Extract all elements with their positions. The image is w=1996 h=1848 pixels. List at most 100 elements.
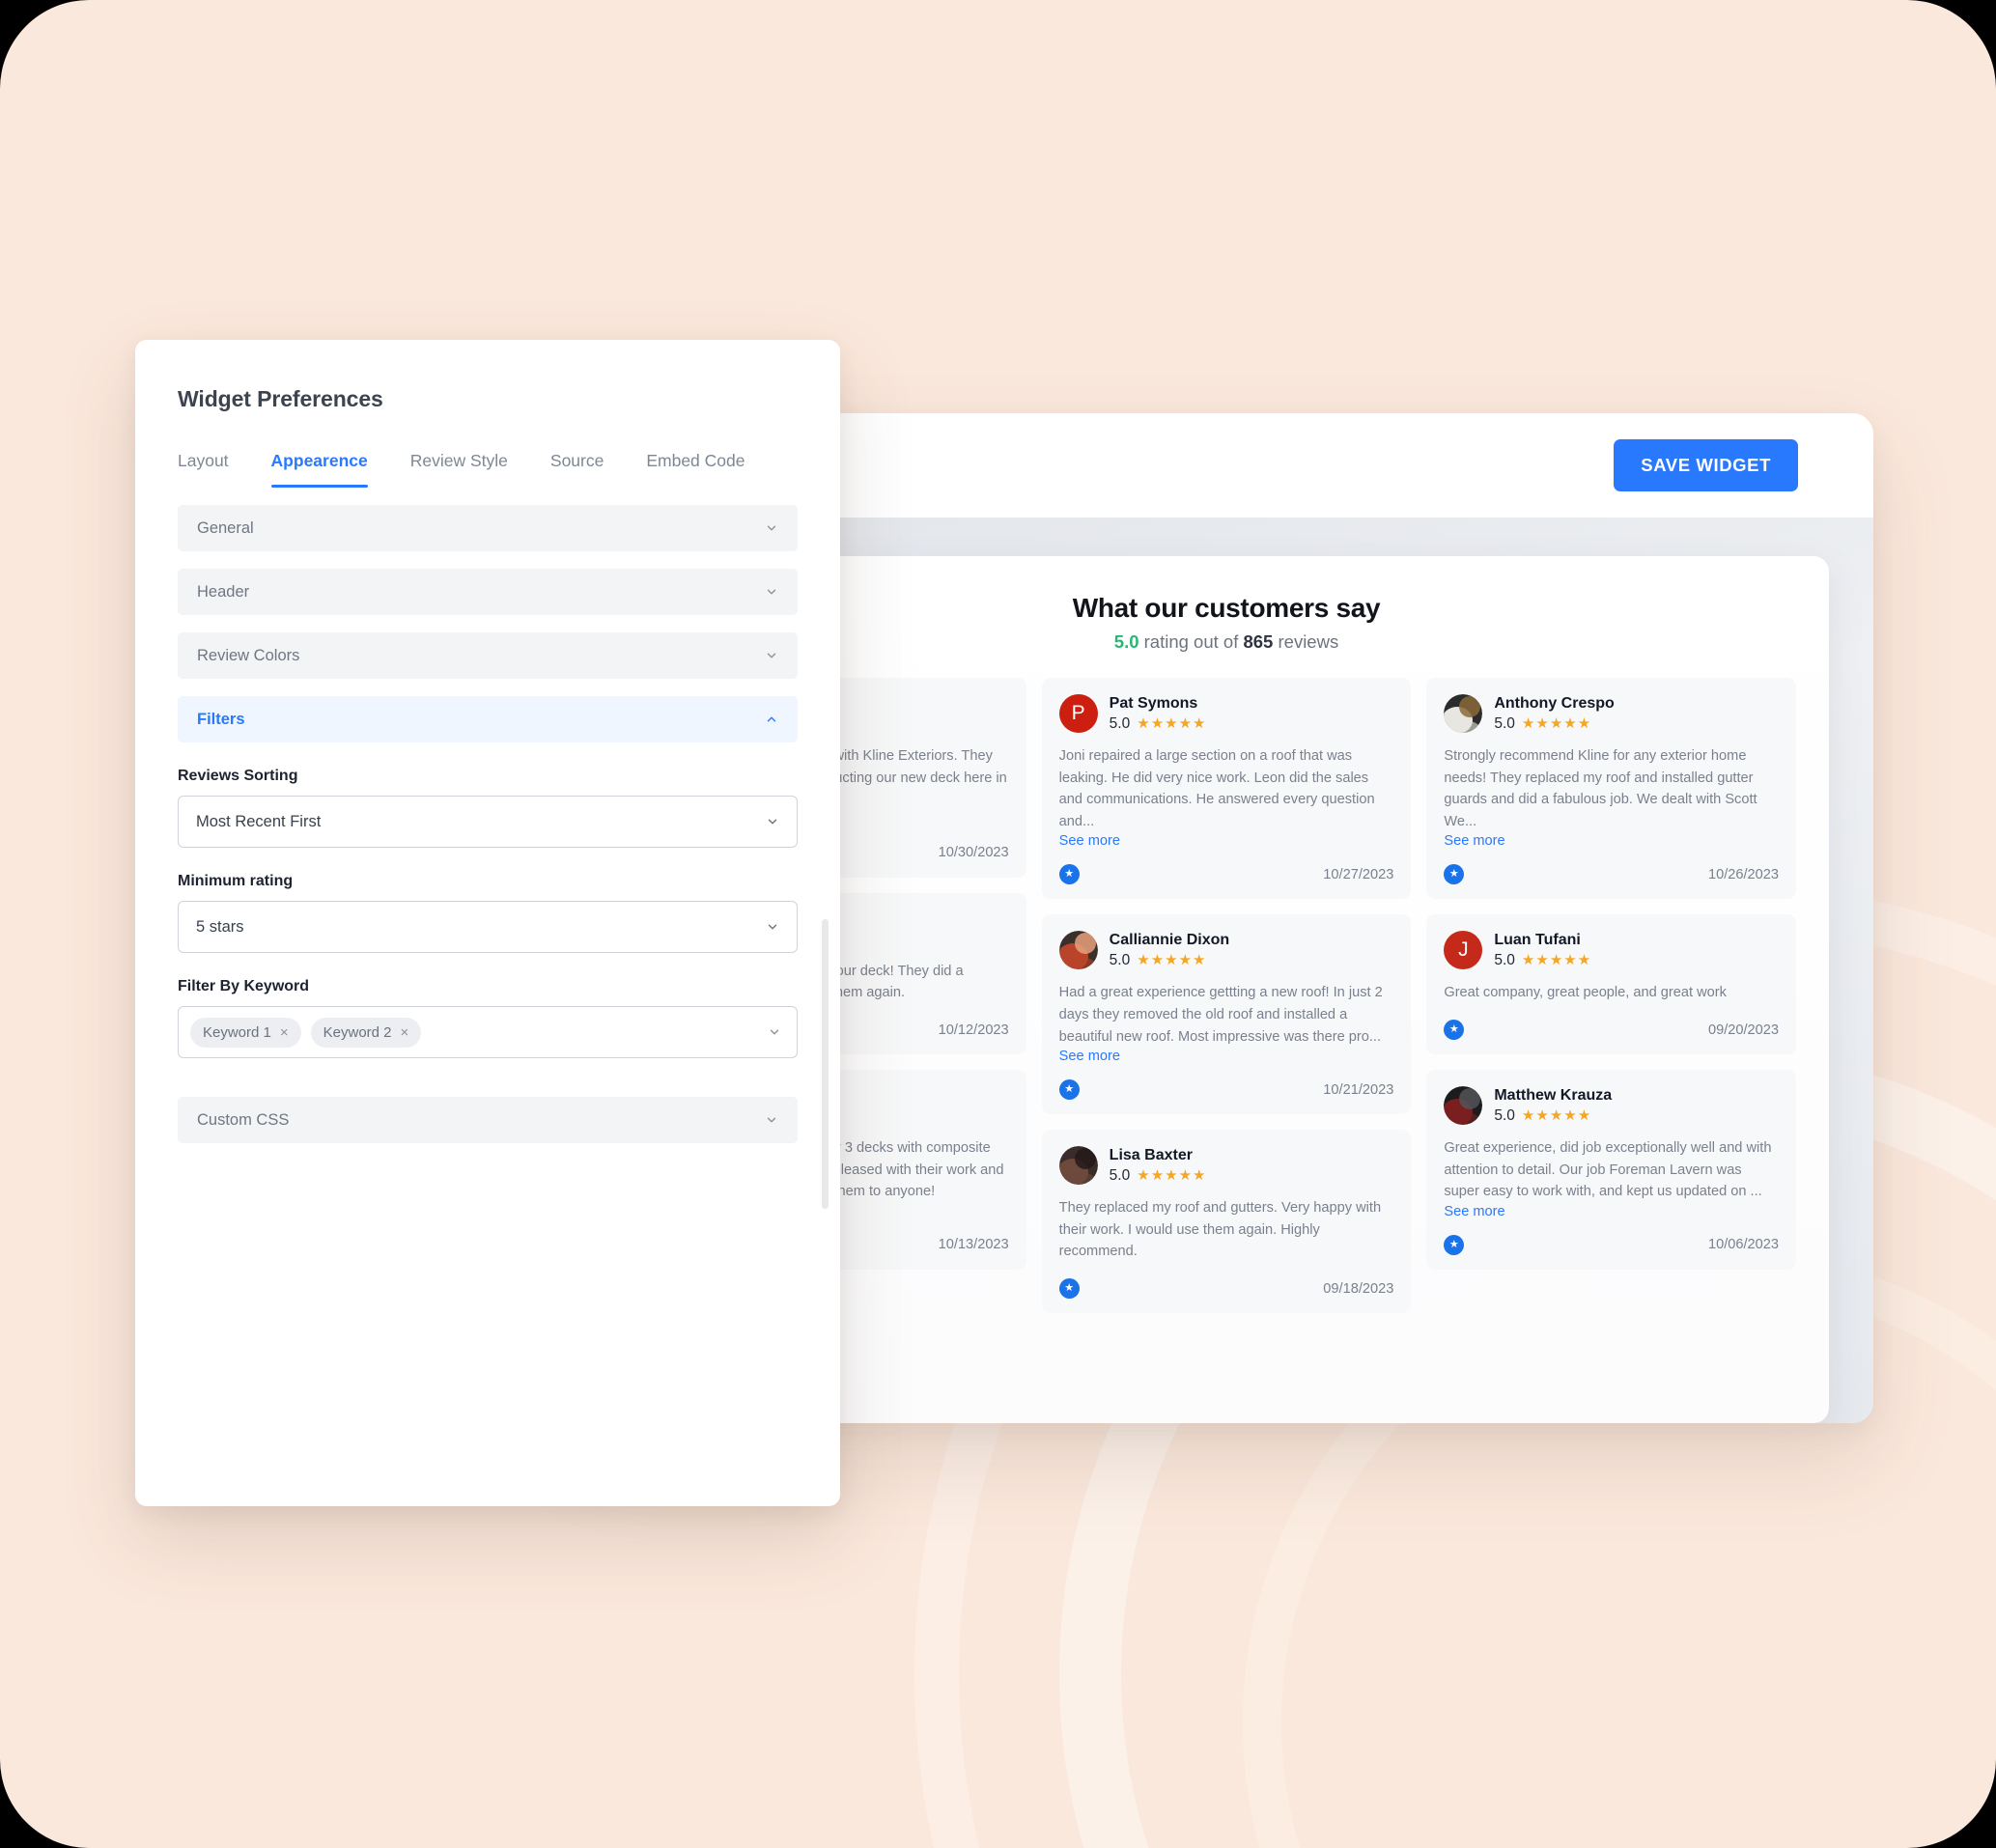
see-more-link[interactable]: See more <box>1444 833 1779 849</box>
review-footer: ★ 09/20/2023 <box>1444 1020 1780 1041</box>
star-icon: ★ <box>1535 952 1549 969</box>
star-icon: ★ <box>1549 715 1563 732</box>
review-source-icon: ★ <box>1058 1278 1080 1300</box>
reviews-sorting-select[interactable]: Most Recent First <box>178 796 798 848</box>
star-icon: ★ <box>1563 1107 1577 1125</box>
review-header: Anthony Crespo 5.0 ★ ★ ★ ★ ★ <box>1444 694 1779 733</box>
review-meta: Lisa Baxter 5.0 ★ ★ ★ ★ ★ <box>1110 1147 1206 1185</box>
review-header: P Pat Symons 5.0 ★ ★ ★ ★ ★ <box>1058 694 1394 733</box>
review-card: Calliannie Dixon 5.0 ★ ★ ★ ★ ★ Had a great expe… <box>1041 914 1412 1115</box>
star-icon: ★ <box>1563 715 1577 732</box>
filters-section-body: Reviews Sorting Most Recent First Minimum … <box>178 768 798 1079</box>
section-label-review-colors: Review Colors <box>197 646 300 664</box>
review-date: 09/20/2023 <box>1707 1022 1780 1038</box>
star-icon: ★ <box>1549 952 1563 969</box>
section-label-filters: Filters <box>197 710 245 728</box>
tab-review-style[interactable]: Review Style <box>410 451 508 488</box>
review-text: Great company, great people, and great w… <box>1444 985 1727 1001</box>
minimum-rating-select[interactable]: 5 stars <box>178 901 798 953</box>
reviewer-name: Anthony Crespo <box>1494 694 1615 712</box>
review-header: Calliannie Dixon 5.0 ★ ★ ★ ★ ★ <box>1058 931 1394 970</box>
review-meta: Pat Symons 5.0 ★ ★ ★ ★ ★ <box>1110 695 1206 733</box>
rating-value: 5.0 <box>1113 631 1139 652</box>
section-header-header[interactable]: Header <box>178 569 798 615</box>
review-score: 5.0 <box>1494 714 1515 732</box>
section-label-custom-css: Custom CSS <box>197 1110 290 1129</box>
filter-by-keyword-label: Filter By Keyword <box>178 978 310 994</box>
star-icon: ★ <box>1178 1167 1193 1185</box>
review-rating-line: 5.0★★★★★ <box>1110 952 1229 969</box>
review-score: 5.0 <box>1494 1106 1515 1124</box>
minimum-rating-label: Minimum rating <box>178 873 294 889</box>
star-icon: ★ <box>1577 952 1591 969</box>
review-date: 10/27/2023 <box>1323 866 1394 882</box>
star-rating: ★★★★★ <box>1137 1168 1205 1183</box>
reviewer-name: Luan Tufani <box>1494 931 1581 948</box>
reviewer-name: Pat Symons <box>1109 694 1198 712</box>
remove-keyword-icon[interactable]: × <box>401 1025 409 1040</box>
star-icon: ★ <box>1137 952 1150 969</box>
review-text: Strongly recommend Kline for any exterio… <box>1444 748 1757 829</box>
star-icon: ★ <box>1150 1167 1165 1185</box>
keyword-chip[interactable]: Keyword 1 × <box>190 1017 301 1048</box>
see-more-link[interactable]: See more <box>1059 1049 1394 1064</box>
rating-mid-text: rating out of <box>1139 631 1244 652</box>
star-rating: ★★★★★ <box>1137 953 1205 967</box>
star-rating: ★★★★★ <box>1522 953 1590 967</box>
review-date: 10/26/2023 <box>1707 866 1780 882</box>
reviews-sorting-field: Reviews Sorting Most Recent First <box>178 768 798 848</box>
chevron-down-icon <box>770 1029 779 1035</box>
review-card: P Pat Symons 5.0 ★ ★ ★ ★ ★ Joni repaired a large… <box>1041 678 1412 900</box>
reviewer-name: Matthew Krauza <box>1494 1086 1613 1104</box>
star-rating: ★★★★★ <box>1522 716 1590 731</box>
keyword-chip[interactable]: Keyword 2 × <box>310 1017 422 1048</box>
section-header-review-colors[interactable]: Review Colors <box>178 632 798 679</box>
tab-layout[interactable]: Layout <box>178 451 229 488</box>
review-source-icon: ★ <box>1444 1020 1465 1041</box>
star-icon: ★ <box>1150 715 1165 732</box>
section-header-custom-css[interactable]: Custom CSS <box>178 1097 798 1143</box>
reviews-sorting-value: Most Recent First <box>196 812 322 830</box>
rating-end-text: reviews <box>1273 631 1339 652</box>
see-more-link[interactable]: See more <box>1444 1204 1779 1219</box>
tab-embed-code[interactable]: Embed Code <box>646 451 745 488</box>
review-header: Lisa Baxter 5.0 ★ ★ ★ ★ ★ <box>1058 1146 1394 1186</box>
star-icon: ★ <box>1165 715 1178 732</box>
star-icon: ★ <box>1563 952 1577 969</box>
review-footer: ★ 10/06/2023 <box>1444 1234 1779 1255</box>
chevron-down-icon <box>767 1117 776 1123</box>
star-icon: ★ <box>1549 1107 1563 1125</box>
review-rating-line: 5.0★★★★★ <box>1110 1167 1206 1185</box>
review-source-icon: ★ <box>1058 864 1080 885</box>
minimum-rating-value: 5 stars <box>196 917 244 936</box>
avatar-photo <box>1444 1086 1483 1126</box>
remove-keyword-icon[interactable]: × <box>280 1025 289 1040</box>
minimum-rating-field: Minimum rating 5 stars <box>178 873 798 953</box>
save-widget-button[interactable]: SAVE WIDGET <box>1614 439 1798 491</box>
review-card: J Luan Tufani 5.0 ★ ★ ★ ★ ★ Great company, great… <box>1426 914 1797 1055</box>
reviewer-name: Calliannie Dixon <box>1109 931 1230 948</box>
tab-appearence[interactable]: Appearence <box>270 451 368 488</box>
tab-source[interactable]: Source <box>550 451 604 488</box>
star-icon: ★ <box>1521 1107 1535 1125</box>
review-rating-line: 5.0★★★★★ <box>1110 715 1206 733</box>
review-text: Had a great experience gettting a new ro… <box>1058 985 1383 1045</box>
section-header-filters[interactable]: Filters <box>178 696 798 742</box>
star-icon: ★ <box>1535 1107 1549 1125</box>
section-header-general[interactable]: General <box>178 505 798 551</box>
star-icon: ★ <box>1193 715 1206 732</box>
see-more-link[interactable]: See more <box>1059 833 1394 849</box>
panel-scrollbar[interactable] <box>822 919 829 1209</box>
review-footer: ★ 10/21/2023 <box>1058 1079 1393 1101</box>
section-label-general: General <box>197 518 254 537</box>
reviews-column: P Pat Symons 5.0 ★ ★ ★ ★ ★ Joni repaired a large… <box>1041 678 1412 1314</box>
reviewer-name: Lisa Baxter <box>1109 1146 1193 1163</box>
section-label-header: Header <box>197 582 250 601</box>
avatar: J <box>1444 931 1483 970</box>
review-text: They replaced my roof and gutters. Very … <box>1058 1200 1382 1260</box>
avatar-initial: J <box>1458 938 1469 962</box>
review-rating-line: 5.0 ★★★★★ <box>1494 715 1614 733</box>
page-title: Widget Preferences <box>178 386 383 411</box>
keyword-multiselect[interactable]: Keyword 1 × Keyword 2 × <box>178 1006 798 1058</box>
star-icon: ★ <box>1137 1167 1150 1185</box>
